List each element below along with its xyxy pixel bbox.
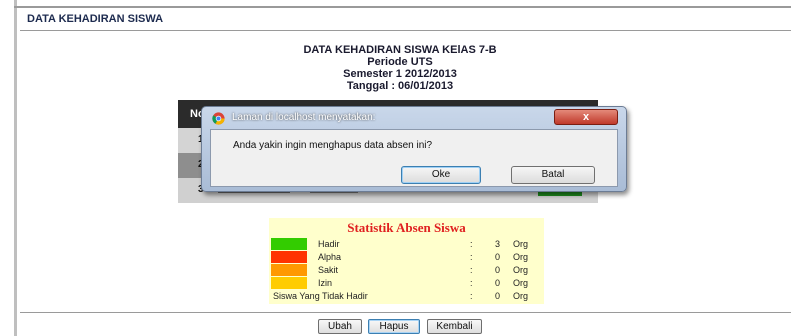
header-divider	[20, 30, 791, 31]
stat-value: 0	[495, 291, 501, 301]
statistics-title: Statistik Absen Siswa	[347, 220, 466, 235]
report-title: DATA KEHADIRAN SISWA KElAS 7-B	[303, 44, 497, 56]
attendance-statistics: Statistik Absen Siswa Hadir : 3 Org Alph…	[269, 218, 544, 304]
stat-unit: Org	[513, 265, 529, 275]
report-semester: Semester 1 2012/2013	[343, 68, 457, 80]
color-swatch	[271, 277, 307, 289]
stat-value: 0	[495, 252, 501, 262]
stat-colon: :	[470, 252, 473, 262]
report-heading: DATA KEHADIRAN SISWA KElAS 7-B Periode U…	[230, 44, 570, 92]
footer-divider	[20, 312, 791, 313]
color-swatch	[271, 238, 307, 250]
delete-button[interactable]: Hapus	[368, 319, 420, 334]
back-button[interactable]: Kembali	[427, 319, 482, 334]
stat-row-hadir: Hadir : 3 Org	[269, 238, 544, 250]
stat-row-sakit: Sakit : 0 Org	[269, 264, 544, 276]
stat-unit: Org	[513, 291, 529, 301]
stat-value: 3	[495, 239, 501, 249]
stat-label: Sakit	[318, 265, 339, 275]
ok-button[interactable]: Oke	[401, 166, 481, 184]
edit-button[interactable]: Ubah	[318, 319, 362, 334]
stat-colon: :	[470, 265, 473, 275]
dialog-body: Anda yakin ingin menghapus data absen in…	[210, 129, 618, 187]
report-period: Periode UTS	[367, 56, 433, 68]
stat-unit: Org	[513, 239, 529, 249]
dialog-title: Laman di localhost menyatakan:	[232, 112, 376, 123]
close-button[interactable]: x	[554, 109, 618, 125]
stat-label: Alpha	[318, 252, 342, 262]
stat-row-absent: Siswa Yang Tidak Hadir : 0 Org	[269, 290, 544, 302]
stat-label: Siswa Yang Tidak Hadir	[273, 291, 368, 301]
stat-value: 0	[495, 278, 501, 288]
dialog-message: Anda yakin ingin menghapus data absen in…	[233, 140, 433, 151]
stat-unit: Org	[513, 252, 529, 262]
stat-colon: :	[470, 239, 473, 249]
color-swatch	[271, 264, 307, 276]
report-date: Tanggal : 06/01/2013	[346, 80, 454, 92]
stat-value: 0	[495, 265, 501, 275]
cancel-button[interactable]: Batal	[511, 166, 595, 184]
chrome-icon	[212, 112, 225, 125]
stat-row-alpha: Alpha : 0 Org	[269, 251, 544, 263]
stat-colon: :	[470, 278, 473, 288]
top-border	[14, 6, 791, 8]
stat-label: Izin	[318, 278, 333, 288]
color-swatch	[271, 251, 307, 263]
stat-label: Hadir	[318, 239, 340, 249]
left-border	[14, 0, 17, 336]
stat-row-izin: Izin : 0 Org	[269, 277, 544, 289]
page-header: DATA KEHADIRAN SISWA	[27, 13, 164, 25]
stat-unit: Org	[513, 278, 529, 288]
confirm-dialog: Laman di localhost menyatakan: x Anda ya…	[201, 106, 627, 192]
stat-colon: :	[470, 291, 473, 301]
